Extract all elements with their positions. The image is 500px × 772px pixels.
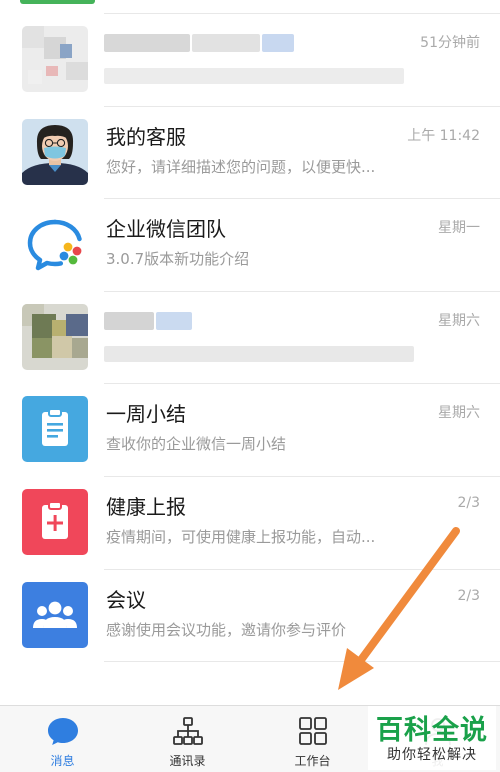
blurred-avatar: [22, 303, 88, 370]
org-chart-icon: [172, 717, 203, 745]
wecom-team-avatar: [22, 211, 88, 278]
watermark-title: 百科全说: [376, 715, 488, 746]
row-divider: [104, 661, 500, 663]
blurred-name: [104, 311, 154, 330]
chat-name: 会议: [106, 587, 146, 612]
chat-time: 星期六: [438, 405, 480, 422]
chat-row-meeting[interactable]: 会议 感谢使用会议功能，邀请你参与评价 2/3: [0, 570, 500, 663]
messages-screen: 51分钟前 我的客服 您好，请详细描述您的问题，以便更快... 上午 11:42…: [0, 0, 500, 772]
chat-time: 2/3: [457, 587, 480, 604]
chat-preview: 查收你的企业微信一周小结: [106, 435, 287, 454]
tab-messages[interactable]: 消息: [0, 706, 125, 772]
chat-row-health-report[interactable]: 健康上报 疫情期间，可使用健康上报功能，自动... 2/3: [0, 477, 500, 570]
chat-row-weekly-summary[interactable]: 一周小结 查收你的企业微信一周小结 星期六: [0, 384, 500, 477]
chat-time: 星期六: [438, 312, 480, 329]
chat-preview: 您好，请详细描述您的问题，以便更快...: [106, 157, 376, 176]
chat-row-blurred-2[interactable]: 星期六: [0, 292, 500, 385]
grid-icon: [298, 717, 327, 745]
previous-row-edge: [0, 0, 500, 14]
blurred-name: [262, 34, 294, 52]
chat-time: 51分钟前: [420, 35, 480, 51]
chat-time: 2/3: [457, 494, 480, 511]
chat-name: 一周小结: [106, 402, 186, 427]
clipboard-icon: [42, 408, 68, 447]
tab-label: 工作台: [294, 754, 331, 768]
chat-row-wecom-team[interactable]: 企业微信团队 3.0.7版本新功能介绍 星期一: [0, 199, 500, 292]
medical-clipboard-icon: [42, 500, 68, 539]
chat-name: 企业微信团队: [106, 217, 226, 242]
weekly-summary-avatar: [22, 396, 88, 463]
tab-contacts[interactable]: 通讯录: [125, 706, 250, 772]
chat-name: 健康上报: [106, 494, 186, 519]
blurred-preview: [104, 68, 404, 84]
chat-list: 51分钟前 我的客服 您好，请详细描述您的问题，以便更快... 上午 11:42…: [0, 14, 500, 663]
health-report-avatar: [22, 488, 88, 555]
chat-name: 我的客服: [106, 124, 186, 149]
green-edge-bar: [20, 0, 95, 4]
meeting-avatar: [22, 581, 88, 648]
chat-time: 星期一: [438, 220, 480, 237]
watermark-subtitle: 助你轻松解决: [387, 747, 477, 763]
chat-bubble-icon: [47, 718, 78, 745]
people-group-icon: [33, 601, 77, 628]
blurred-name: [192, 34, 260, 52]
chat-row-customer-service[interactable]: 我的客服 您好，请详细描述您的问题，以便更快... 上午 11:42: [0, 107, 500, 200]
customer-service-avatar: [22, 118, 88, 185]
blurred-name: [156, 311, 192, 330]
tab-workbench[interactable]: 工作台: [250, 706, 375, 772]
chat-preview: 感谢使用会议功能，邀请你参与评价: [106, 620, 347, 639]
blurred-preview: [104, 345, 414, 362]
blurred-avatar: [22, 26, 88, 92]
watermark: 百科全说 助你轻松解决: [368, 706, 496, 770]
tab-label: 消息: [50, 754, 75, 768]
blurred-name: [104, 34, 190, 52]
chat-time: 上午 11:42: [407, 127, 480, 144]
chat-row-blurred-1[interactable]: 51分钟前: [0, 14, 500, 107]
chat-preview: 3.0.7版本新功能介绍: [106, 250, 250, 269]
tab-label: 通讯录: [169, 754, 206, 768]
chat-preview: 疫情期间，可使用健康上报功能，自动...: [106, 527, 376, 546]
